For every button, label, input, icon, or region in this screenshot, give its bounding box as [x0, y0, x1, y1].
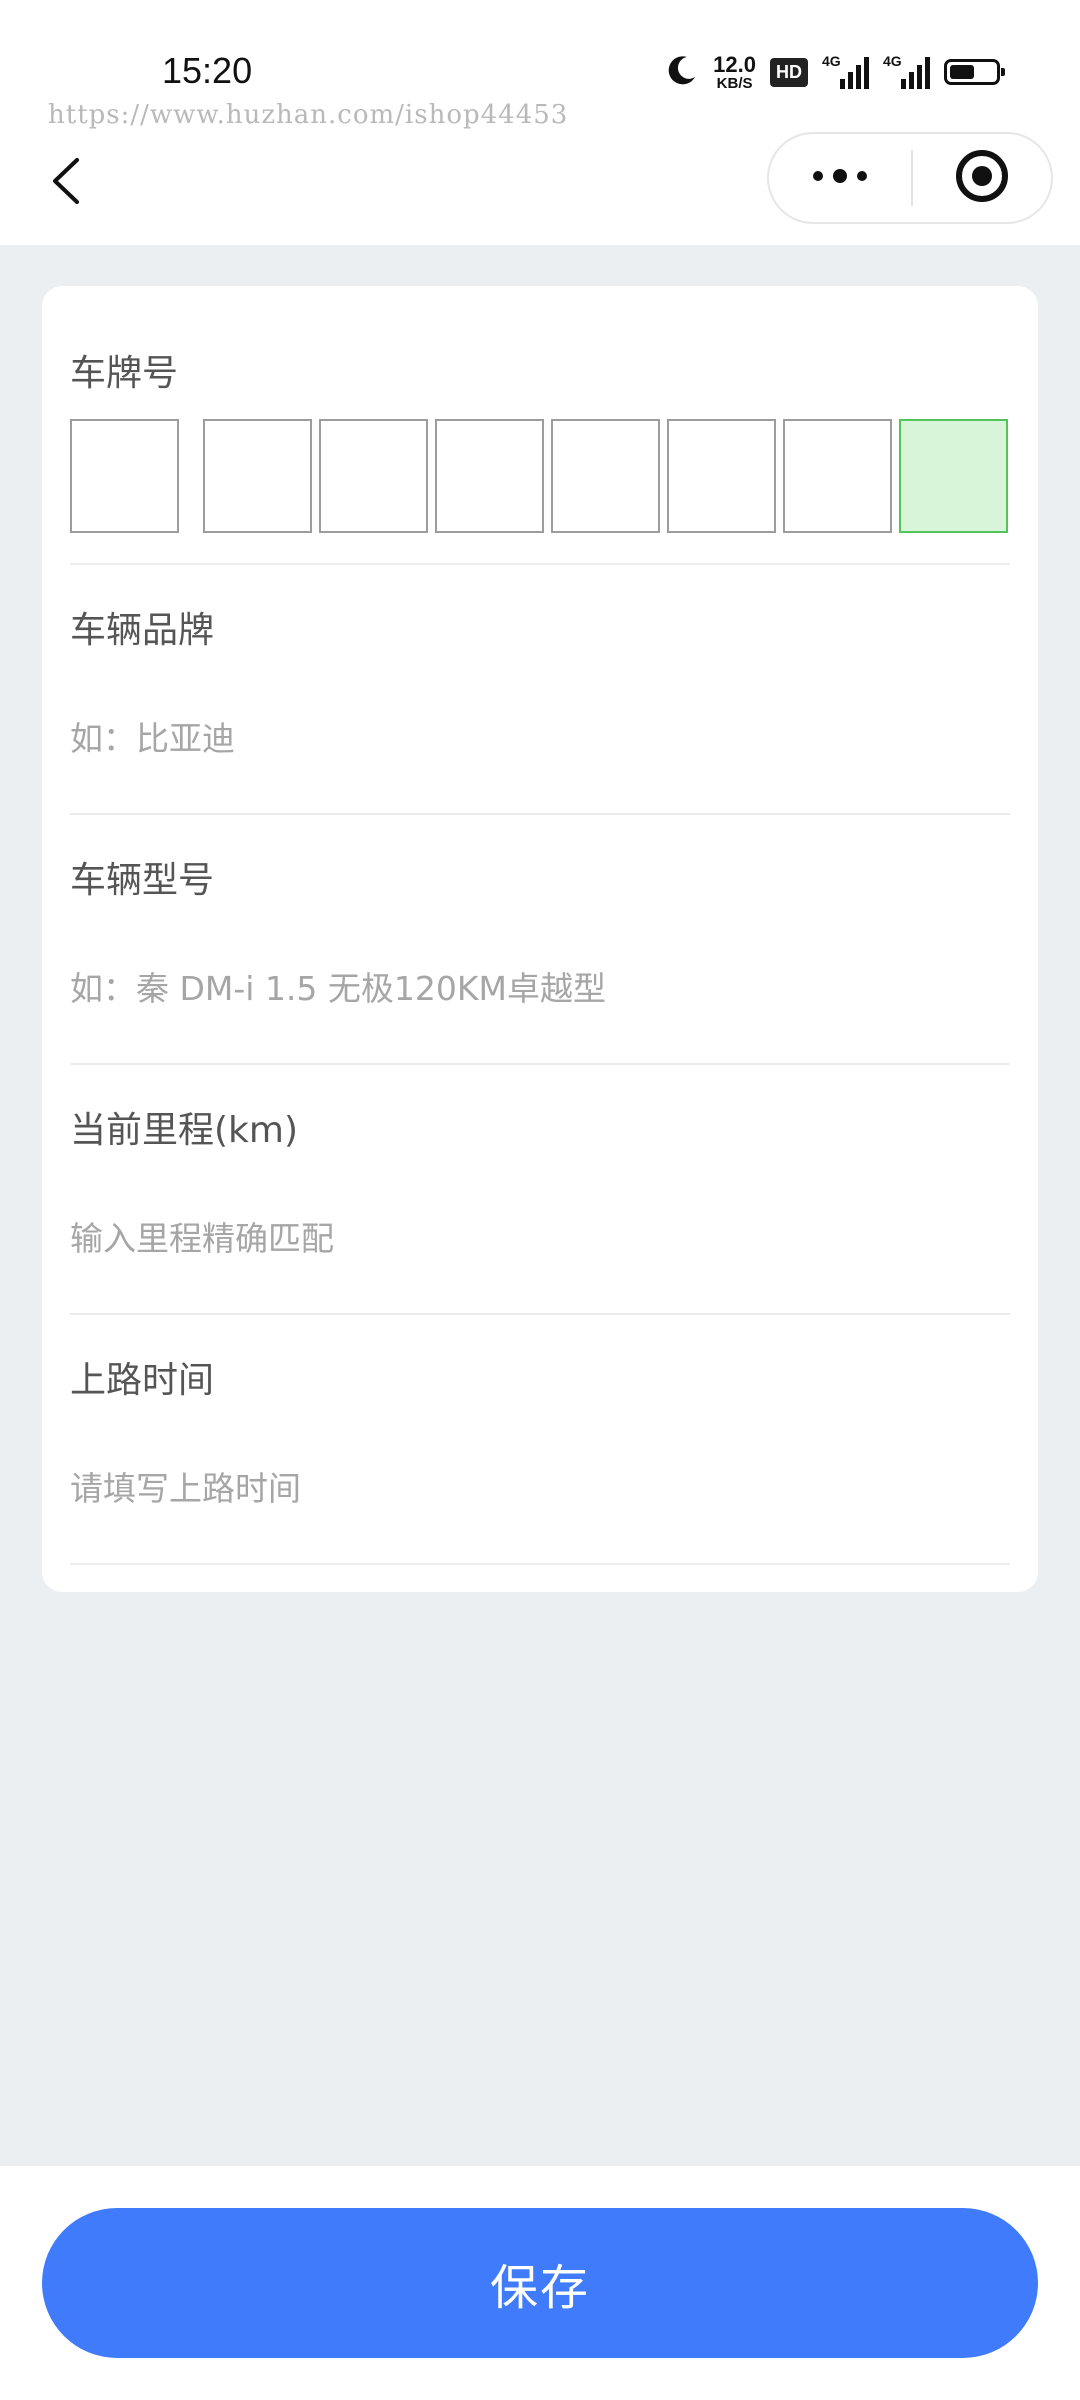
signal-icon: 4G: [822, 53, 869, 89]
date-field[interactable]: 上路时间 请填写上路时间: [70, 1315, 1010, 1563]
plate-char-box-new-energy[interactable]: [899, 419, 1008, 533]
back-arrow-icon: [49, 156, 83, 210]
plate-char-box[interactable]: [70, 419, 179, 533]
mileage-input[interactable]: 输入里程精确匹配: [70, 1212, 334, 1260]
mileage-field[interactable]: 当前里程(km) 输入里程精确匹配: [70, 1065, 1010, 1313]
vehicle-form-card: 车牌号 车辆品牌 如：比亚迪 车辆型号 如：秦 DM-i 1.5 无极120KM…: [42, 286, 1038, 1592]
model-field[interactable]: 车辆型号 如：秦 DM-i 1.5 无极120KM卓越型: [70, 815, 1010, 1063]
back-button[interactable]: [36, 153, 96, 213]
date-input[interactable]: 请填写上路时间: [70, 1462, 301, 1510]
status-icons: 12.0 KB/S HD 4G 4G: [665, 51, 1005, 92]
nav-bar: [0, 132, 1080, 245]
model-input[interactable]: 如：秦 DM-i 1.5 无极120KM卓越型: [70, 962, 606, 1010]
divider: [70, 1563, 1010, 1565]
moon-icon: [665, 53, 699, 91]
plate-char-box[interactable]: [435, 419, 544, 533]
plate-char-box[interactable]: [551, 419, 660, 533]
net-speed: 12.0 KB/S: [713, 51, 756, 92]
plate-char-box[interactable]: [319, 419, 428, 533]
plate-char-box[interactable]: [203, 419, 312, 533]
status-bar: 15:20 https://www.huzhan.com/ishop44453 …: [0, 0, 1080, 135]
signal-icon: 4G: [883, 53, 930, 89]
close-button[interactable]: [913, 134, 1051, 222]
save-button[interactable]: 保存: [42, 2208, 1038, 2358]
plate-label: 车牌号: [70, 353, 179, 394]
bottom-action-bar: 保存: [0, 2166, 1080, 2400]
brand-label: 车辆品牌: [70, 610, 215, 651]
battery-icon: [944, 59, 1005, 85]
date-label: 上路时间: [70, 1360, 215, 1401]
mileage-label: 当前里程(km): [70, 1110, 299, 1151]
mini-program-capsule: [767, 132, 1053, 224]
watermark-url: https://www.huzhan.com/ishop44453: [48, 100, 569, 130]
brand-field[interactable]: 车辆品牌 如：比亚迪: [70, 565, 1010, 813]
status-time: 15:20: [162, 50, 253, 91]
close-target-icon: [954, 148, 1010, 208]
more-dots-icon: [810, 166, 870, 190]
model-label: 车辆型号: [70, 860, 215, 901]
brand-input[interactable]: 如：比亚迪: [70, 712, 235, 760]
plate-char-box[interactable]: [783, 419, 892, 533]
hd-icon: HD: [770, 57, 808, 87]
plate-char-box[interactable]: [667, 419, 776, 533]
more-button[interactable]: [769, 134, 911, 222]
plate-field: 车牌号: [70, 286, 1010, 566]
